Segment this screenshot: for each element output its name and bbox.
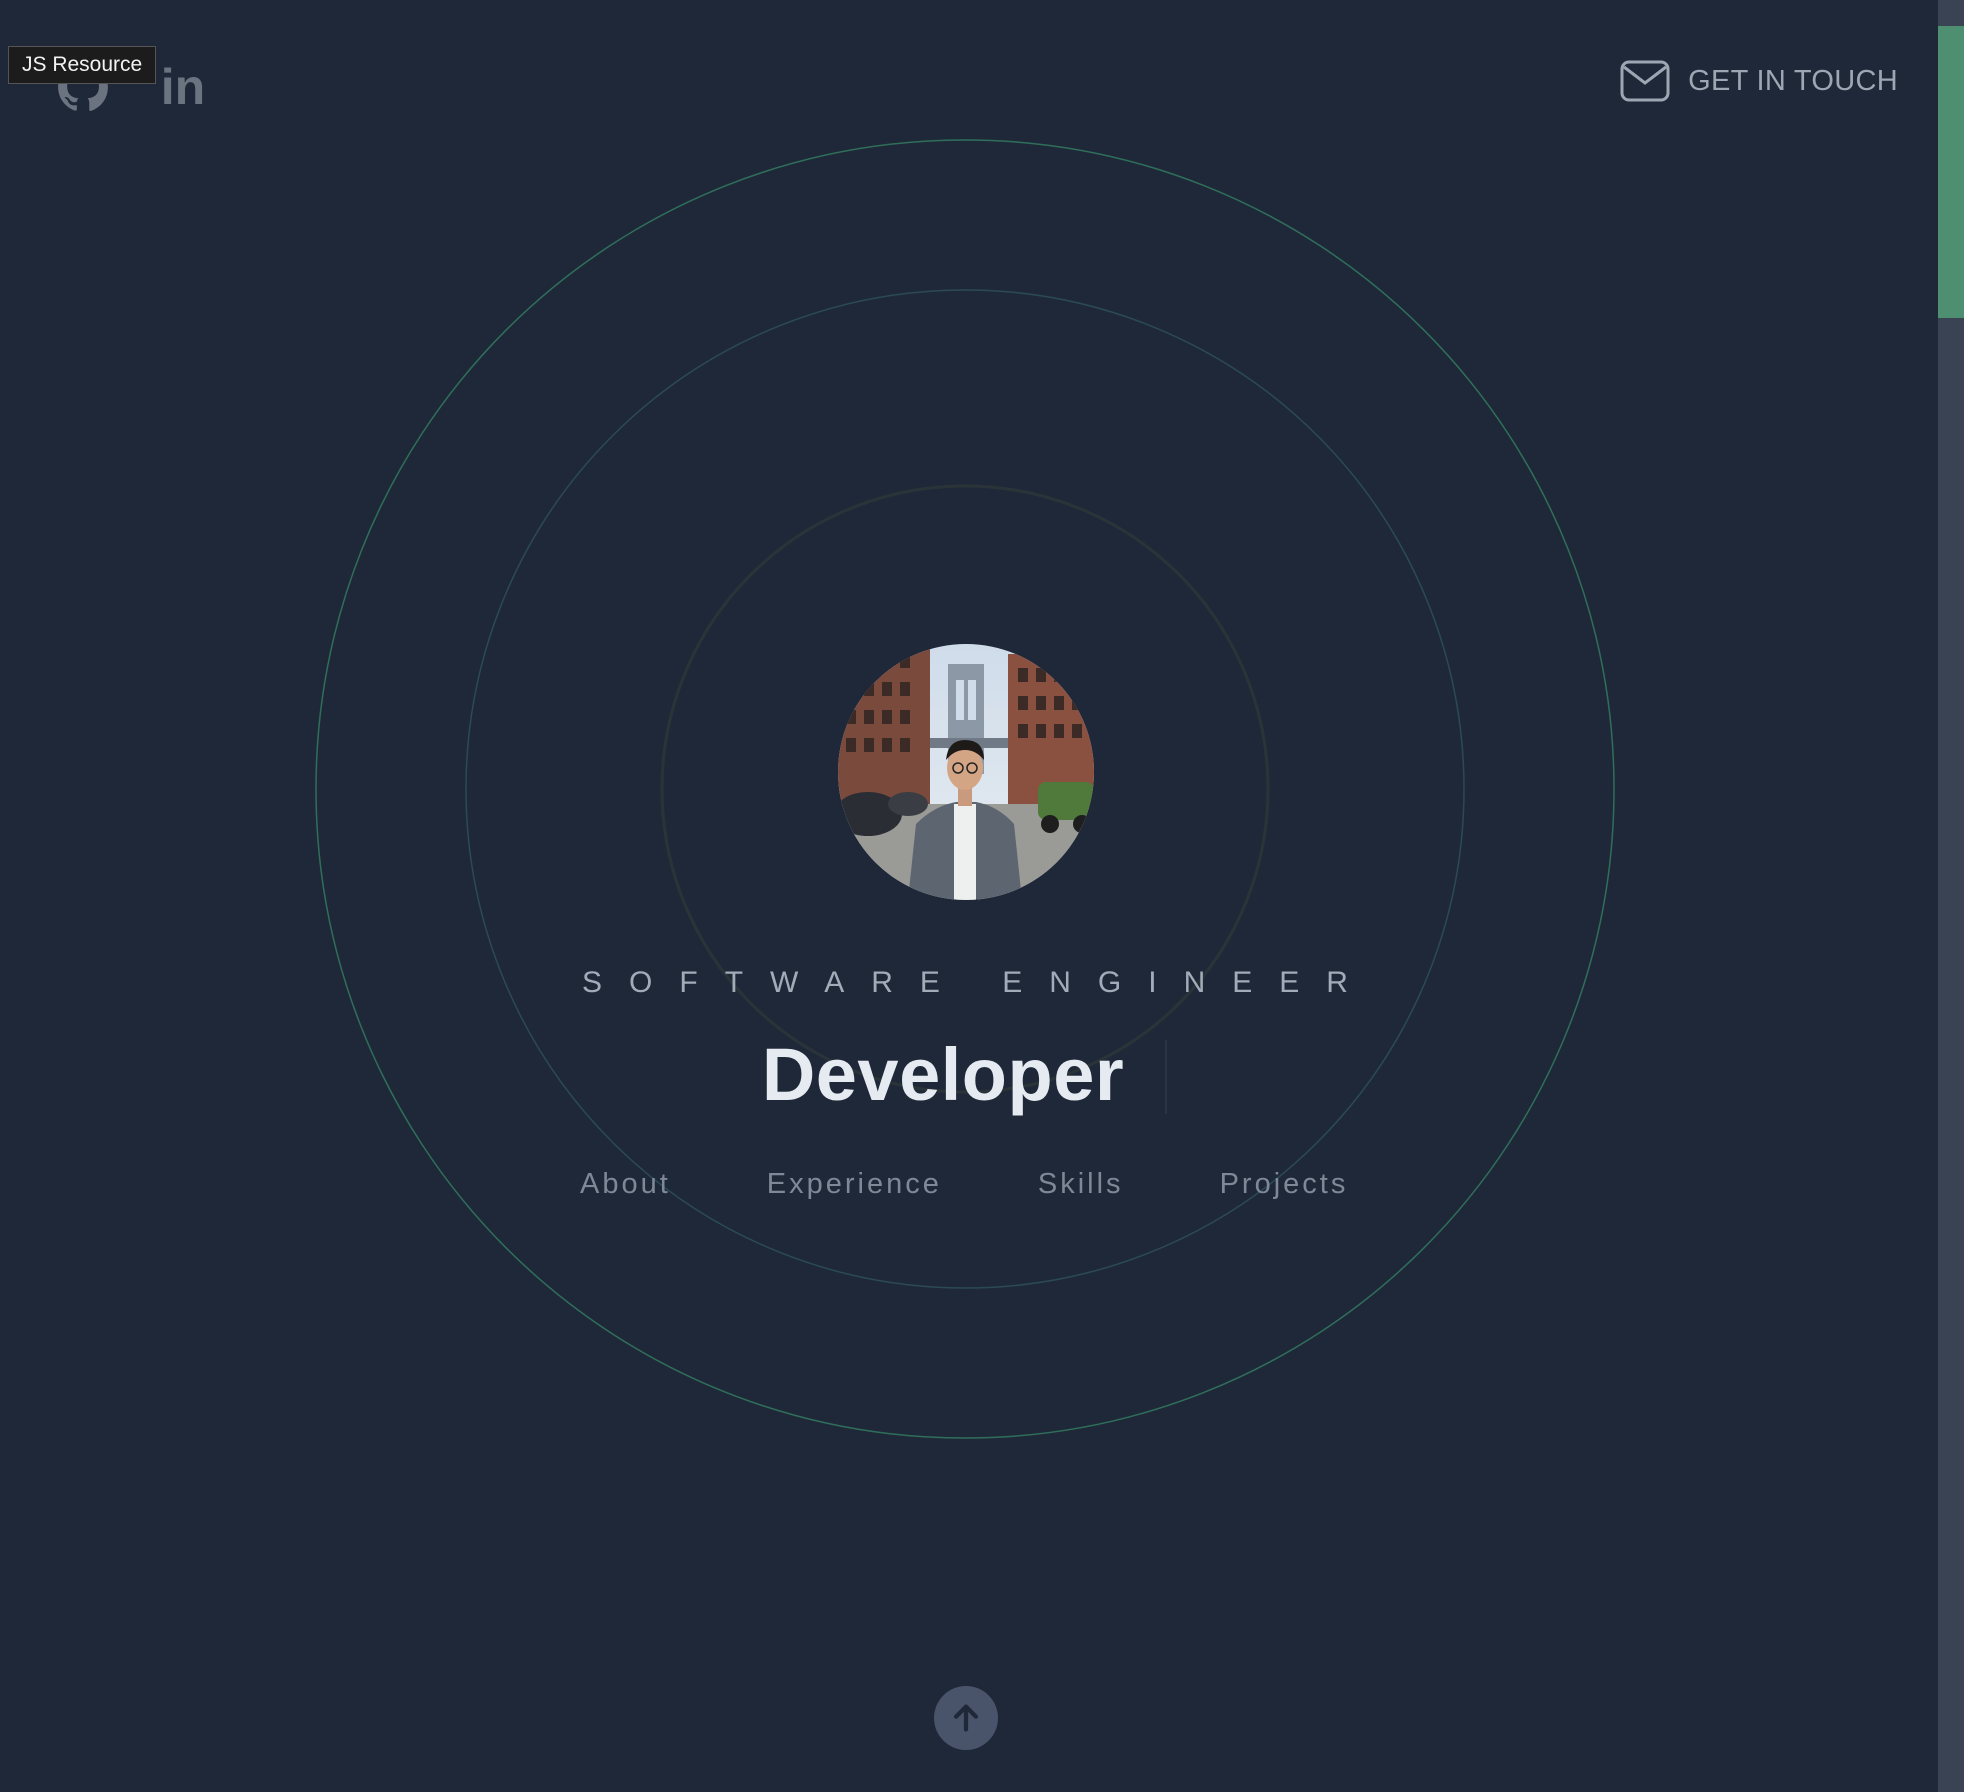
nav-item-skills[interactable]: Skills	[1038, 1168, 1124, 1201]
get-in-touch-link[interactable]: GET IN TOUCH	[1620, 60, 1898, 102]
mail-icon	[1620, 60, 1670, 102]
nav-item-about[interactable]: About	[580, 1168, 671, 1201]
page: JS Resource in GET IN TOUCH SOFTWARE ENG…	[0, 0, 1964, 1792]
headline: Developer	[761, 1033, 1125, 1116]
avatar	[838, 644, 1094, 900]
section-nav: About Experience Skills Projects	[580, 1168, 1348, 1201]
arrow-up-icon	[953, 1704, 979, 1732]
tooltip: JS Resource	[8, 46, 157, 84]
scrollbar-thumb[interactable]	[1938, 26, 1964, 318]
typing-cursor	[1165, 1040, 1167, 1114]
scrollbar[interactable]	[1938, 0, 1964, 1792]
linkedin-link[interactable]: in	[156, 59, 210, 115]
scroll-to-top-button[interactable]	[934, 1686, 998, 1750]
profile-photo	[838, 644, 1094, 900]
nav-item-experience[interactable]: Experience	[767, 1168, 942, 1201]
role-subtitle: SOFTWARE ENGINEER	[582, 966, 1375, 999]
nav-item-projects[interactable]: Projects	[1220, 1168, 1349, 1201]
get-in-touch-label: GET IN TOUCH	[1688, 64, 1898, 97]
linkedin-icon: in	[160, 59, 206, 115]
